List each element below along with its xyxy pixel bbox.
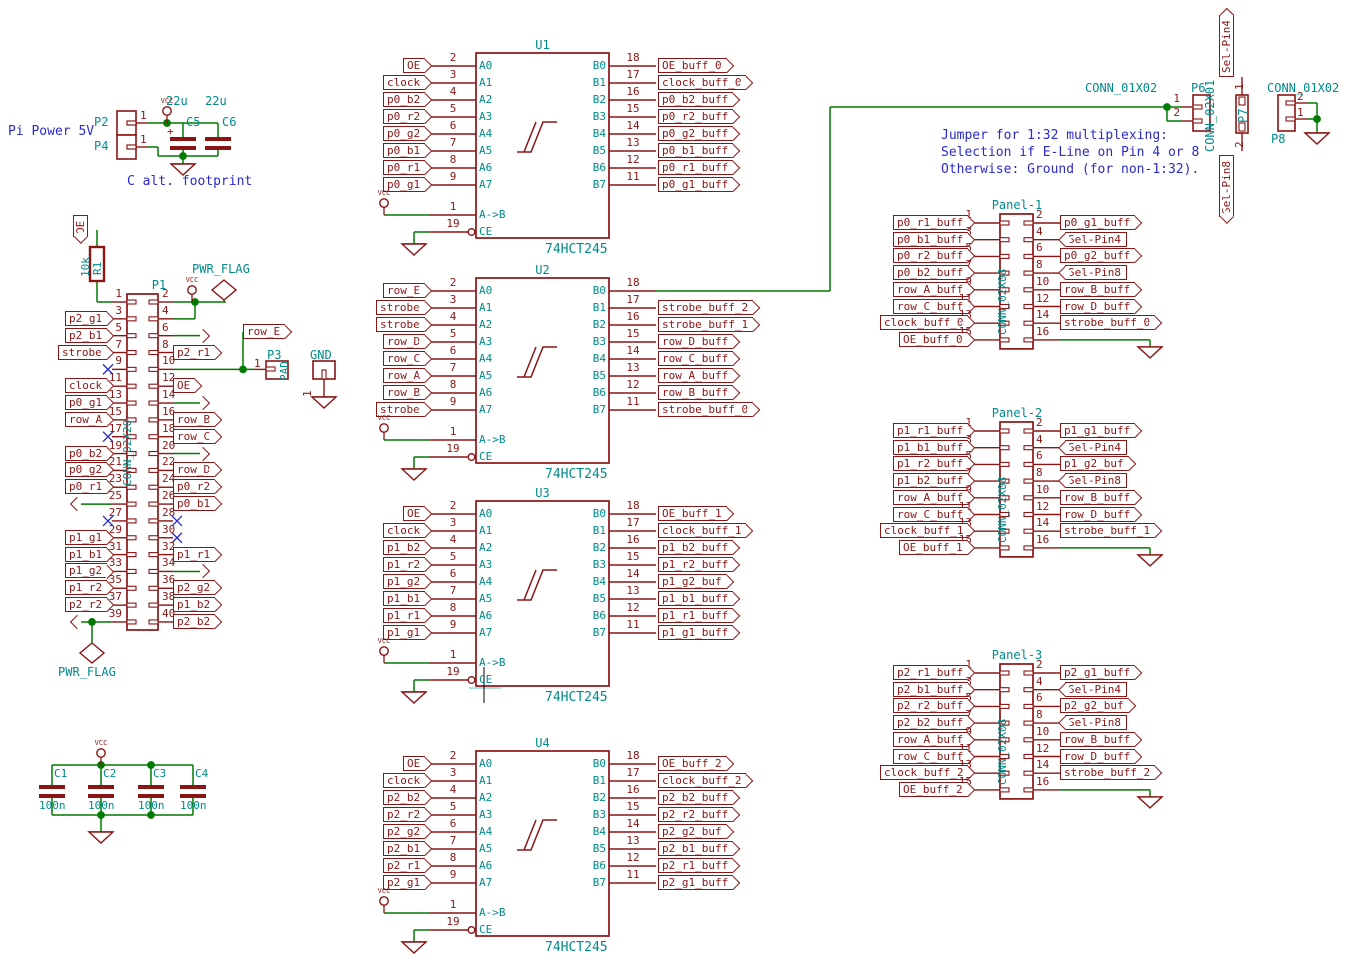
ic-u2[interactable] bbox=[380, 278, 656, 480]
connector-p1[interactable] bbox=[80, 280, 253, 663]
p3-gnd-pads[interactable] bbox=[253, 361, 336, 408]
pullup-resistor-section[interactable] bbox=[90, 230, 112, 302]
graphics-layer bbox=[0, 0, 1354, 969]
ic-u3[interactable] bbox=[380, 501, 656, 703]
connector-panel-1[interactable] bbox=[973, 214, 1162, 358]
connector-panel-3[interactable] bbox=[973, 664, 1162, 808]
connector-panel-2[interactable] bbox=[973, 422, 1162, 566]
schematic-canvas: Pi Power 5V C alt. footprint Jumper for … bbox=[0, 0, 1354, 969]
ic-u4[interactable] bbox=[380, 751, 656, 953]
ic-u1[interactable] bbox=[380, 53, 656, 255]
power-input-section[interactable] bbox=[117, 107, 231, 175]
decoupling-caps[interactable] bbox=[39, 749, 206, 843]
jumper-selection[interactable] bbox=[1164, 77, 1329, 151]
e-line-wire[interactable] bbox=[656, 107, 1167, 291]
